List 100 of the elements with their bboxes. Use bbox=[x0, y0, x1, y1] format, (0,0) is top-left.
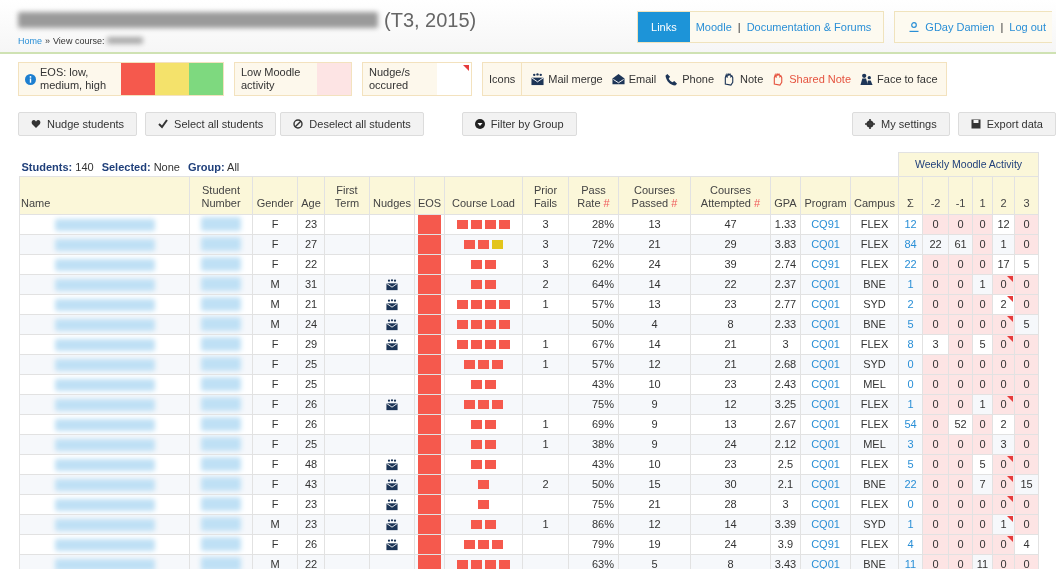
nav-link[interactable]: Moodle bbox=[695, 21, 732, 33]
check-icon bbox=[158, 119, 169, 129]
column-header[interactable]: Courses Passed # bbox=[618, 176, 691, 214]
activity-link[interactable]: 0 bbox=[907, 378, 914, 390]
toolbar-button[interactable]: Export data bbox=[957, 112, 1056, 136]
toolbar-button[interactable]: Filter by Group bbox=[461, 112, 577, 136]
separator-text: | bbox=[737, 21, 741, 33]
activity-link[interactable]: 5 bbox=[907, 318, 914, 330]
column-header[interactable]: Pass Rate # bbox=[568, 176, 619, 214]
column-group-header: Weekly Moodle Activity bbox=[898, 152, 1039, 176]
table-cell: 5 bbox=[972, 334, 993, 354]
redacted-number bbox=[201, 457, 241, 472]
redacted-number bbox=[201, 397, 241, 412]
toolbar-button[interactable]: Deselect all students bbox=[280, 112, 424, 136]
table-cell: 62% bbox=[568, 254, 619, 274]
column-header[interactable]: GPA bbox=[770, 176, 801, 214]
column-header[interactable]: Program bbox=[800, 176, 851, 214]
ban-icon bbox=[293, 119, 304, 129]
table-cell: 23 bbox=[297, 494, 325, 514]
table-cell: 2.74 bbox=[770, 254, 801, 274]
toolbar-button[interactable]: My settings bbox=[852, 112, 950, 136]
legend-label: Email bbox=[628, 73, 657, 85]
table-cell: 28% bbox=[568, 214, 619, 234]
activity-link[interactable]: 0 bbox=[907, 498, 914, 510]
toolbar-button[interactable]: Select all students bbox=[145, 112, 277, 136]
table-cell: 3 bbox=[522, 254, 569, 274]
nav-link[interactable]: Documentation & Forums bbox=[746, 21, 872, 33]
column-header[interactable]: Gender bbox=[252, 176, 298, 214]
table-cell: F bbox=[252, 534, 298, 554]
table-cell: 23 bbox=[690, 294, 771, 314]
table-cell: FLEX bbox=[850, 414, 899, 434]
table-cell: SYD bbox=[850, 294, 899, 314]
table-cell: 2.43 bbox=[770, 374, 801, 394]
separator-text: » bbox=[45, 35, 51, 46]
activity-link[interactable]: 1 bbox=[907, 398, 914, 410]
table-cell: F bbox=[252, 254, 298, 274]
column-header[interactable]: Student Number bbox=[189, 176, 253, 214]
table-cell: F bbox=[252, 334, 298, 354]
redacted-course bbox=[107, 37, 144, 44]
nav-link[interactable]: Log out bbox=[1009, 21, 1046, 33]
table-cell: 43% bbox=[568, 454, 619, 474]
table-cell: 3.9 bbox=[770, 534, 801, 554]
legend-label: Low Moodle activity bbox=[241, 66, 302, 92]
table-cell: MEL bbox=[850, 374, 899, 394]
table-cell: 21 bbox=[618, 494, 691, 514]
column-header[interactable]: Prior Fails bbox=[522, 176, 569, 214]
table-cell: 1 bbox=[522, 334, 569, 354]
table-cell: 9 bbox=[618, 414, 691, 434]
mail-merge-icon bbox=[530, 72, 546, 86]
stat-text: Group: All bbox=[187, 160, 240, 173]
table-cell: M bbox=[252, 294, 298, 314]
table-cell: 23 bbox=[690, 374, 771, 394]
nav-link[interactable]: Home bbox=[18, 35, 42, 46]
table-cell: 4 bbox=[1014, 534, 1039, 554]
activity-link[interactable]: 5 bbox=[907, 458, 914, 470]
activity-link[interactable]: 2 bbox=[907, 298, 914, 310]
column-header[interactable]: Nudges bbox=[369, 176, 415, 214]
table-cell: 79% bbox=[568, 534, 619, 554]
phone-icon bbox=[664, 72, 680, 86]
table-cell: 28 bbox=[690, 494, 771, 514]
redacted-number bbox=[201, 497, 241, 512]
table-cell: 23 bbox=[690, 454, 771, 474]
table-cell: 39 bbox=[690, 254, 771, 274]
table-cell: 21 bbox=[297, 294, 325, 314]
table-cell: 2 bbox=[992, 414, 1015, 434]
redacted-number bbox=[201, 257, 241, 272]
table-cell: 24 bbox=[618, 254, 691, 274]
column-header[interactable]: Name bbox=[19, 176, 190, 214]
column-header[interactable]: Courses Attempted # bbox=[690, 176, 771, 214]
table-cell: 5 bbox=[1014, 254, 1039, 274]
activity-link[interactable]: 3 bbox=[907, 438, 914, 450]
column-header[interactable]: Age bbox=[297, 176, 325, 214]
user-icon bbox=[909, 22, 920, 32]
activity-link[interactable]: 1 bbox=[907, 278, 914, 290]
redacted-number bbox=[201, 217, 241, 232]
activity-link[interactable]: 1 bbox=[907, 518, 914, 530]
column-header[interactable]: EOS bbox=[414, 176, 445, 214]
table-cell: 21 bbox=[690, 334, 771, 354]
activity-link[interactable]: 4 bbox=[907, 538, 914, 550]
people-icon bbox=[859, 72, 875, 86]
column-header[interactable]: Course Load bbox=[444, 176, 523, 214]
table-cell: 75% bbox=[568, 494, 619, 514]
activity-link[interactable]: 0 bbox=[907, 358, 914, 370]
toolbar-button[interactable]: Nudge students bbox=[18, 112, 138, 136]
redacted-number bbox=[201, 437, 241, 452]
table-cell: 29 bbox=[297, 334, 325, 354]
links-button[interactable]: Links bbox=[638, 12, 690, 42]
redacted-number bbox=[201, 237, 241, 252]
redacted-number bbox=[201, 277, 241, 292]
info-icon bbox=[25, 73, 36, 85]
redacted-number bbox=[201, 477, 241, 492]
nav-link[interactable]: GDay Damien bbox=[925, 21, 995, 33]
column-header[interactable]: Campus bbox=[850, 176, 899, 214]
table-cell: 13 bbox=[618, 214, 691, 234]
redacted-number bbox=[201, 557, 241, 569]
column-header[interactable]: First Term bbox=[324, 176, 370, 214]
table-cell: 13 bbox=[618, 294, 691, 314]
activity-link[interactable]: 8 bbox=[907, 338, 914, 350]
course-term: (T3, 2015) bbox=[384, 8, 477, 32]
table-cell: 48 bbox=[297, 454, 325, 474]
